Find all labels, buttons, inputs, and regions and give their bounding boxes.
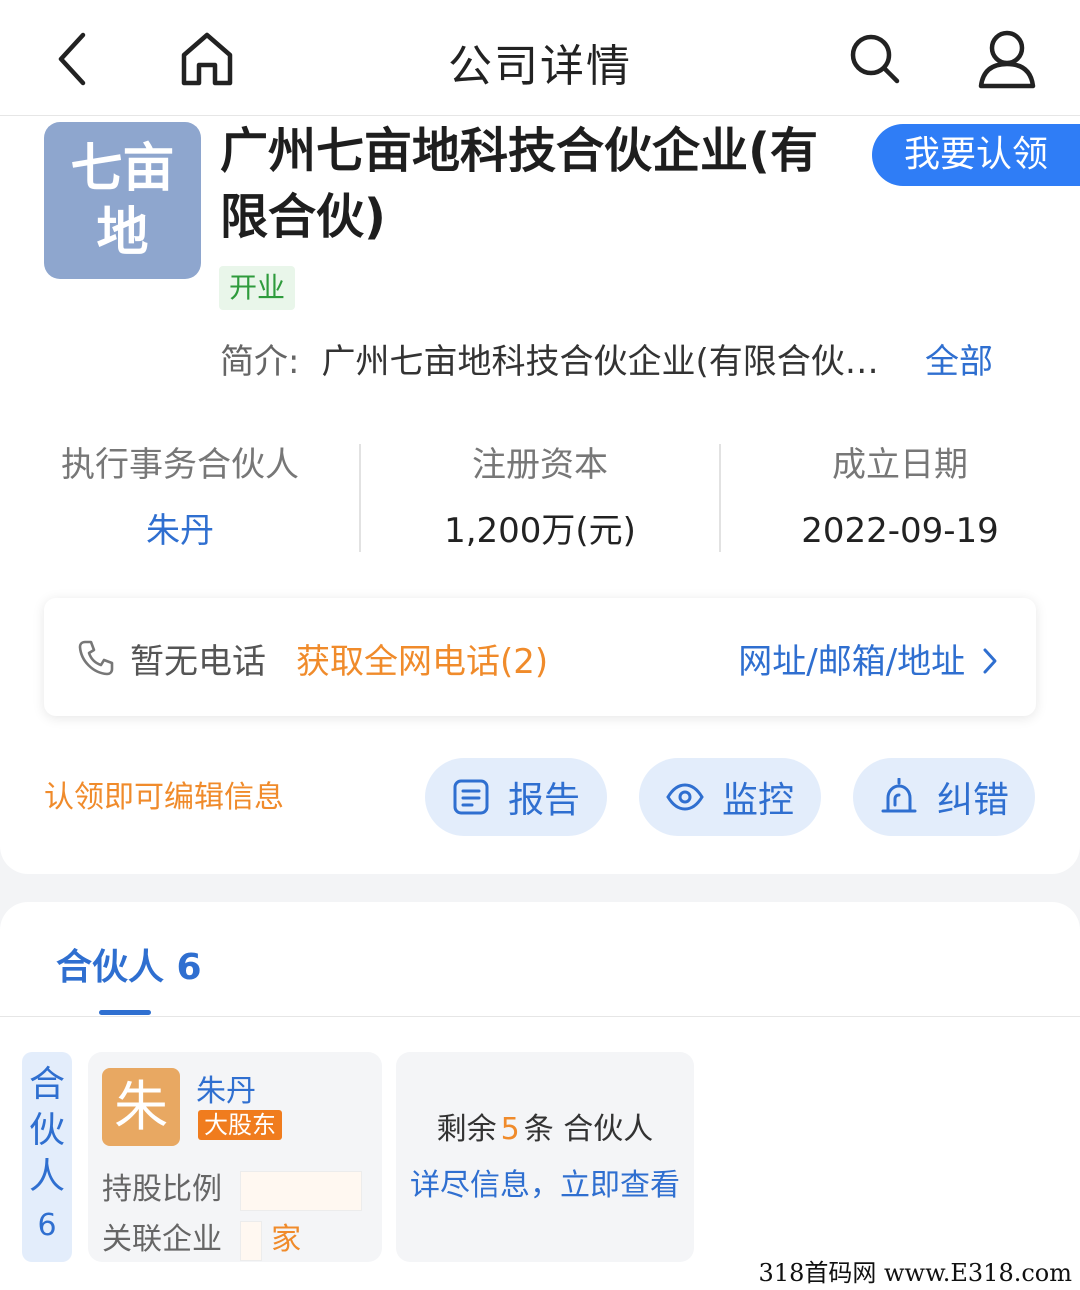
company-intro: 简介: 广州七亩地科技合伙企业(有限合伙… 全部 <box>220 338 1020 386</box>
related-count-suffix: 家 <box>271 1222 302 1257</box>
related-count-masked-value <box>239 1220 262 1261</box>
side-label-text: 合 伙 人 <box>22 1062 72 1200</box>
user-icon <box>978 30 1036 89</box>
divider <box>0 1016 1080 1017</box>
share-ratio-label: 持股比例 <box>102 1172 222 1207</box>
stat-value: 2022-09-19 <box>801 511 999 551</box>
alarm-bell-icon <box>881 778 917 813</box>
report-icon <box>453 779 489 815</box>
view-details-link[interactable]: 详尽信息，立即查看 <box>396 1160 694 1204</box>
tab-partners[interactable]: 合伙人 6 <box>56 938 202 990</box>
contact-info-label: 网址/邮箱/地址 <box>738 642 966 682</box>
correct-label: 纠错 <box>936 780 1009 821</box>
side-label-count: 6 <box>37 1208 57 1243</box>
top-nav-bar: 公司详情 <box>0 0 1080 116</box>
phone-icon <box>78 640 114 676</box>
side-label-char: 伙 <box>28 1110 65 1151</box>
avatar: 朱 <box>102 1068 180 1146</box>
chevron-right-icon <box>983 648 997 674</box>
intro-text: 广州七亩地科技合伙企业(有限合伙… <box>321 342 879 382</box>
logo-text-line: 七亩 <box>70 138 175 199</box>
side-label-char: 合 <box>28 1064 65 1105</box>
stat-label: 执行事务合伙人 <box>61 445 299 485</box>
get-phone-link[interactable]: 获取全网电话(2) <box>296 634 548 683</box>
stat-label: 成立日期 <box>832 445 968 485</box>
stat-founded: 成立日期 2022-09-19 <box>720 436 1080 556</box>
report-label: 报告 <box>507 780 580 821</box>
eye-icon <box>666 783 704 811</box>
report-button[interactable]: 报告 <box>425 758 607 836</box>
remaining-count: 5 <box>500 1112 520 1147</box>
claim-button[interactable]: 我要认领 <box>872 124 1080 186</box>
share-ratio-masked-value <box>239 1170 362 1211</box>
remaining-suffix: 条 合伙人 <box>523 1112 654 1147</box>
watermark: 318首码网 www.E318.com <box>754 1253 1076 1288</box>
executive-partner-link[interactable]: 朱丹 <box>0 504 360 558</box>
company-header-card: 七亩 地 广州七亩地科技合伙企业(有限合伙) 我要认领 开业 简介: 广州七亩地科… <box>0 116 1080 874</box>
share-ratio-row: 持股比例 <box>102 1164 362 1211</box>
contact-info-link[interactable]: 网址/邮箱/地址 <box>738 634 1000 683</box>
partner-name-link[interactable]: 朱丹 <box>196 1066 256 1110</box>
side-label-char: 人 <box>28 1156 65 1197</box>
intro-more-link[interactable]: 全部 <box>925 338 993 386</box>
stat-label: 注册资本 <box>472 445 608 485</box>
edit-tip: 认领即可编辑信息 <box>44 780 284 815</box>
no-phone-text: 暂无电话 <box>130 642 266 682</box>
remaining-partners-card[interactable]: 剩余 5 条 合伙人 详尽信息，立即查看 <box>396 1052 694 1262</box>
partners-side-label: 合 伙 人 6 <box>22 1052 72 1262</box>
status-badge: 开业 <box>219 266 296 310</box>
key-stats: 执行事务合伙人 朱丹 注册资本 1,200万(元) 成立日期 2022-09-1… <box>0 436 1080 556</box>
tab-indicator <box>99 1010 151 1015</box>
logo-text-line: 地 <box>96 202 149 263</box>
remaining-count-text: 剩余 5 条 合伙人 <box>396 1104 694 1148</box>
company-name: 广州七亩地科技合伙企业(有限合伙) <box>220 123 818 245</box>
major-shareholder-badge: 大股东 <box>198 1110 282 1140</box>
intro-label: 简介: <box>220 342 300 382</box>
page-title: 公司详情 <box>448 41 632 92</box>
related-company-row: 关联企业 家 <box>102 1214 301 1261</box>
monitor-button[interactable]: 监控 <box>639 758 821 836</box>
remaining-prefix: 剩余 <box>436 1112 497 1147</box>
stat-partner: 执行事务合伙人 朱丹 <box>0 436 360 556</box>
partners-section: 合伙人 6 合 伙 人 6 朱 朱丹 大股东 持股比例 关联企业 家 剩余 5 条 … <box>0 902 1080 1290</box>
search-button[interactable] <box>842 26 908 92</box>
user-button[interactable] <box>974 26 1040 92</box>
monitor-label: 监控 <box>721 780 794 821</box>
contact-card: 暂无电话 获取全网电话(2) 网址/邮箱/地址 <box>44 598 1036 716</box>
correct-button[interactable]: 纠错 <box>853 758 1035 836</box>
stat-value: 1,200万(元) <box>444 511 636 551</box>
company-logo: 七亩 地 <box>44 122 201 279</box>
stat-capital: 注册资本 1,200万(元) <box>360 436 720 556</box>
search-icon <box>850 34 900 84</box>
related-company-label: 关联企业 <box>102 1222 222 1257</box>
partner-card[interactable]: 朱 朱丹 大股东 持股比例 关联企业 家 <box>88 1052 382 1262</box>
